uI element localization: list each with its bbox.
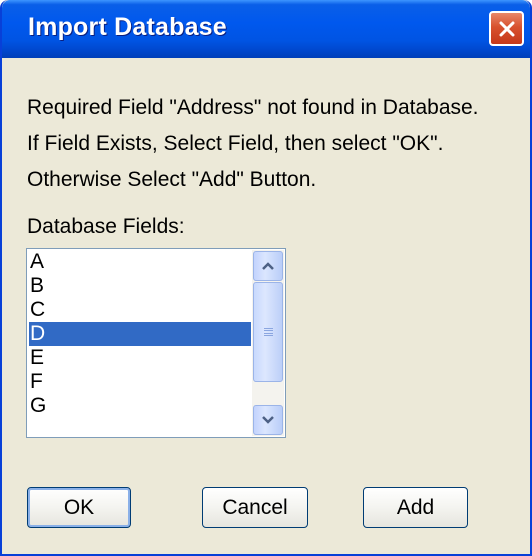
dialog-body: Required Field "Address" not found in Da…: [2, 58, 530, 554]
title-bar[interactable]: Import Database: [2, 0, 530, 58]
message-line-3: Otherwise Select "Add" Button.: [27, 168, 317, 191]
field-item-e[interactable]: E: [29, 346, 251, 370]
scroll-up-button[interactable]: [253, 251, 283, 281]
field-item-b[interactable]: B: [29, 274, 251, 298]
chevron-down-icon: [262, 416, 274, 424]
field-item-d[interactable]: D: [29, 322, 251, 346]
close-button[interactable]: [489, 11, 524, 46]
message-line-1: Required Field "Address" not found in Da…: [27, 96, 479, 119]
chevron-up-icon: [262, 262, 274, 270]
field-list: ABCDEFG: [29, 250, 251, 418]
cancel-button[interactable]: Cancel: [202, 487, 308, 528]
import-database-dialog: Import Database Required Field "Address"…: [0, 0, 532, 556]
ok-button[interactable]: OK: [27, 487, 131, 528]
close-icon: [499, 21, 514, 36]
scroll-thumb[interactable]: [253, 282, 283, 382]
add-button[interactable]: Add: [363, 487, 468, 528]
thumb-grip-icon: [263, 327, 273, 337]
message-line-2: If Field Exists, Select Field, then sele…: [27, 132, 444, 155]
dialog-title: Import Database: [28, 13, 227, 41]
scroll-down-button[interactable]: [253, 405, 283, 435]
vertical-scrollbar[interactable]: [252, 250, 284, 436]
field-item-c[interactable]: C: [29, 298, 251, 322]
field-item-f[interactable]: F: [29, 370, 251, 394]
field-item-g[interactable]: G: [29, 394, 251, 418]
database-fields-label: Database Fields:: [27, 215, 185, 238]
field-item-a[interactable]: A: [29, 250, 251, 274]
database-fields-listbox[interactable]: ABCDEFG: [26, 248, 286, 438]
